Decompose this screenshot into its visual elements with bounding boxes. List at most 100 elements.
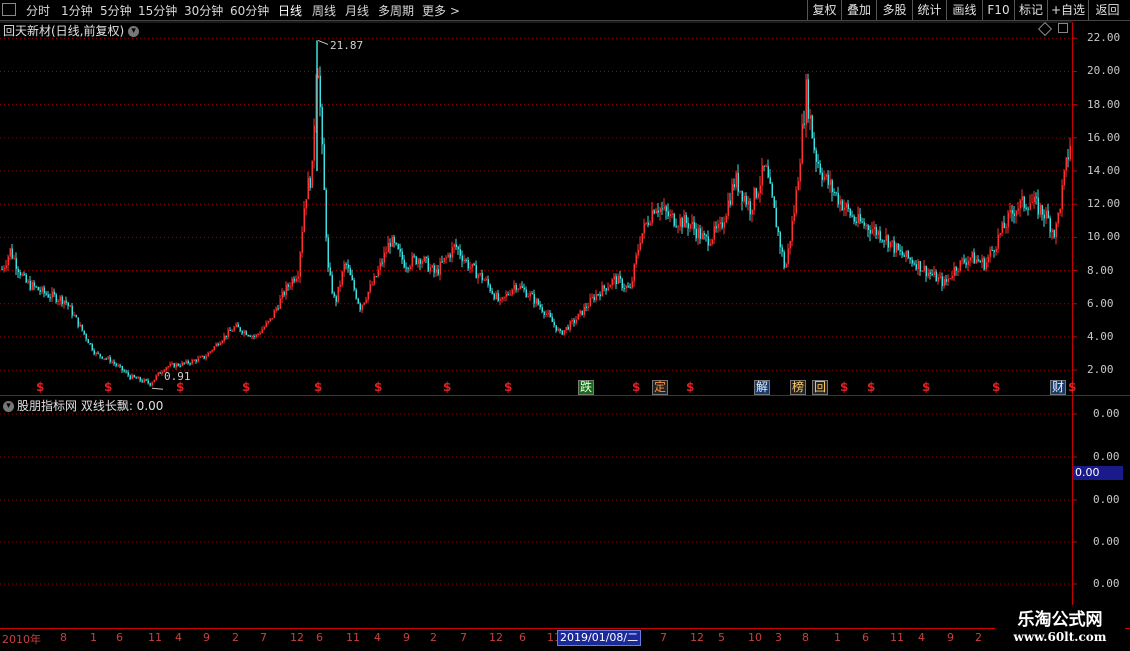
event-marker-10[interactable]: 定 [652, 380, 669, 395]
candle-body [615, 276, 617, 285]
candle-body [311, 160, 313, 188]
price-tick-label-7: 8.00 [1087, 263, 1114, 277]
candle-body [453, 244, 455, 248]
candle-body [475, 265, 477, 279]
candle-body [761, 165, 763, 186]
candle-body [89, 343, 91, 345]
event-marker-9[interactable]: $ [632, 380, 640, 394]
candle-body [905, 250, 907, 257]
candle-body [65, 300, 67, 303]
candle-body [703, 233, 705, 236]
candle-body [101, 356, 103, 359]
candle-body [791, 221, 793, 241]
candle-body [935, 271, 937, 282]
candle-body [227, 330, 229, 337]
candle-body [113, 361, 115, 364]
candle-body [167, 366, 169, 368]
event-marker-15[interactable]: $ [840, 380, 848, 394]
candle-body [769, 177, 771, 184]
candle-body [589, 297, 591, 307]
candle-body [937, 276, 939, 282]
candle-body [1031, 202, 1033, 204]
event-marker-14[interactable]: 回 [812, 380, 829, 395]
candle-body [749, 201, 751, 215]
candle-body [519, 286, 521, 289]
event-marker-16[interactable]: $ [867, 380, 875, 394]
candle-body [987, 256, 989, 263]
candle-body [69, 305, 71, 307]
candle-body [81, 324, 83, 331]
candle-body [967, 260, 969, 265]
candle-body [705, 235, 707, 237]
candle-body [729, 200, 731, 205]
candle-body [909, 257, 911, 260]
candle-body [717, 224, 719, 229]
event-marker-0[interactable]: $ [36, 380, 44, 394]
candle-body [605, 288, 607, 291]
chevron-down-icon[interactable]: ▾ [3, 401, 14, 412]
candle-body [715, 226, 717, 229]
candle-body [953, 266, 955, 277]
candle-body [443, 257, 445, 262]
candle-body [793, 213, 795, 222]
event-marker-12[interactable]: 解 [754, 380, 771, 395]
event-marker-7[interactable]: $ [504, 380, 512, 394]
event-marker-19[interactable]: 财 [1050, 380, 1067, 395]
event-marker-3[interactable]: $ [242, 380, 250, 394]
date-tick-label-20: 12 [690, 631, 704, 644]
peak-pointer [317, 39, 329, 45]
event-marker-1[interactable]: $ [104, 380, 112, 394]
event-marker-2[interactable]: $ [176, 380, 184, 394]
event-marker-13[interactable]: 榜 [790, 380, 807, 395]
event-marker-6[interactable]: $ [443, 380, 451, 394]
candle-body [623, 288, 625, 290]
event-marker-17[interactable]: $ [922, 380, 930, 394]
candle-body [783, 251, 785, 268]
candle-body [945, 279, 947, 282]
event-marker-20[interactable]: $ [1068, 380, 1076, 394]
trough-pointer [151, 387, 164, 390]
candle-body [845, 203, 847, 208]
event-marker-5[interactable]: $ [374, 380, 382, 394]
candle-body [1055, 223, 1057, 238]
candle-body [675, 225, 677, 227]
candle-body [635, 255, 637, 265]
event-marker-18[interactable]: $ [992, 380, 1000, 394]
candle-body [939, 276, 941, 278]
candle-body [921, 270, 923, 272]
candle-body [359, 303, 361, 310]
candle-body [445, 257, 447, 259]
candle-body [483, 279, 485, 281]
candle-body [267, 320, 269, 323]
candle-body [685, 215, 687, 224]
candle-body [577, 313, 579, 320]
candle-body [193, 359, 195, 361]
candle-body [9, 248, 11, 257]
candle-body [429, 267, 431, 272]
date-tick-label-15: 7 [460, 631, 467, 644]
candle-body [477, 274, 479, 279]
date-tick-label-1: 8 [60, 631, 67, 644]
candle-body [139, 377, 141, 381]
candle-body [485, 279, 487, 281]
candle-body [363, 302, 365, 305]
candle-body [439, 261, 441, 275]
candle-body [279, 298, 281, 309]
candle-body [551, 316, 553, 323]
event-marker-4[interactable]: $ [314, 380, 322, 394]
candle-body [665, 206, 667, 212]
candle-body [213, 346, 215, 351]
candle-body [785, 264, 787, 268]
candle-body [481, 273, 483, 281]
candle-body [811, 115, 813, 139]
event-marker-8[interactable]: 跌 [578, 380, 595, 395]
candle-body [463, 259, 465, 262]
candle-body [303, 208, 305, 232]
candle-body [351, 275, 353, 281]
candle-body [283, 291, 285, 296]
candle-body [877, 231, 879, 235]
date-tick-label-0: 2010年 [2, 633, 41, 646]
indicator-title: ▾ 股朋指标网 双线长飘: 0.00 [3, 397, 163, 414]
candle-body [185, 360, 187, 364]
event-marker-11[interactable]: $ [686, 380, 694, 394]
